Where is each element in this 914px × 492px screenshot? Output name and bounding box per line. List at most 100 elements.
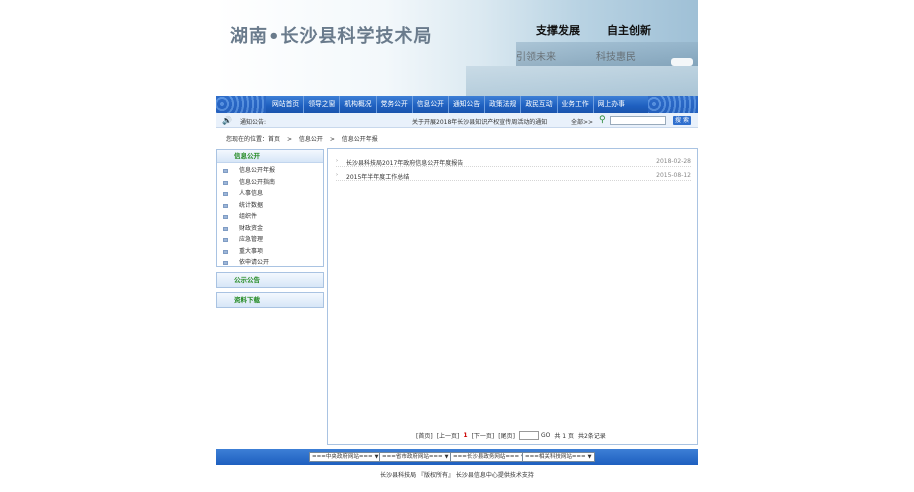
footer-links-bar: ===中央政府网站=== ▼ ===省市政府网站=== ▼ ===长沙县政务网站==… [216, 449, 698, 465]
nav-online-service[interactable]: 网上办事 [594, 96, 629, 113]
search-icon: ⚲ [599, 115, 606, 125]
banner-car-image [671, 58, 693, 66]
notice-all-link[interactable]: 全部>> [571, 117, 593, 126]
pager-go-button[interactable]: GO [541, 432, 550, 439]
banner-sub-2: 科技惠民 [596, 52, 636, 63]
sidebar-item-label: 重大事项 [239, 247, 264, 255]
sidebar-item-emergency[interactable]: 应急管理 [217, 234, 323, 246]
sidebar-item-label: 信息公开指南 [239, 178, 276, 186]
header-banner: 湖南•长沙县科学技术局 支撑发展 自主创新 引领未来 科技惠民 [216, 0, 698, 96]
nav-organization[interactable]: 机构概况 [340, 96, 377, 113]
sidebar-info-title[interactable]: 信息公开 [217, 150, 323, 163]
sidebar-item-label: 统计数据 [239, 201, 264, 209]
sidebar-item-label: 财政资金 [239, 224, 264, 232]
pager-last[interactable]: [尾页] [498, 431, 515, 440]
sidebar-item-annual-report[interactable]: 信息公开年报 [217, 165, 323, 177]
banner-road-image [466, 66, 698, 96]
arrow-right-icon: › [336, 158, 338, 164]
breadcrumb: 您现在的位置：首页 > 信息公开 > 信息公开年报 [226, 134, 383, 143]
sidebar-item-on-request[interactable]: 依申请公开 [217, 257, 323, 269]
site-title: 湖南•长沙县科学技术局 [230, 26, 433, 47]
sidebar-download-box: 资料下载 [216, 292, 324, 308]
sidebar-item-major-matters[interactable]: 重大事项 [217, 246, 323, 258]
pager-jump-input[interactable] [518, 431, 539, 440]
square-bullet-icon [223, 249, 228, 254]
breadcrumb-current[interactable]: 信息公开年报 [342, 136, 378, 143]
sidebar-info-box: 信息公开 信息公开年报 信息公开指南 人事信息 统计数据 组织件 财政资金 应急… [216, 149, 324, 267]
banner-sub-1: 引领未来 [516, 52, 556, 63]
pager-first[interactable]: [首页] [416, 431, 433, 440]
list-item[interactable]: › 2015年半年度工作总结 2015-08-12 [336, 169, 691, 181]
sidebar-download-title[interactable]: 资料下载 [217, 293, 323, 307]
sidebar-notice-box: 公示公告 [216, 272, 324, 288]
speaker-icon: 🔊 [222, 116, 232, 125]
pager-prev[interactable]: [上一页] [437, 431, 460, 440]
nav-notices[interactable]: 通知公告 [449, 96, 486, 113]
sidebar-item-finance[interactable]: 财政资金 [217, 223, 323, 235]
nav-policies[interactable]: 政策法规 [485, 96, 522, 113]
square-bullet-icon [223, 226, 228, 231]
select-central-gov[interactable]: ===中央政府网站=== ▼ [309, 452, 382, 462]
nav-home[interactable]: 网站首页 [268, 96, 305, 113]
nav-leaders[interactable]: 领导之窗 [304, 96, 341, 113]
sidebar-item-label: 依申请公开 [239, 259, 270, 266]
sidebar-item-guide[interactable]: 信息公开指南 [217, 177, 323, 189]
breadcrumb-info-disclosure[interactable]: 信息公开 [299, 136, 323, 143]
select-county-gov[interactable]: ===长沙县政务网站===▼ [450, 452, 529, 462]
content-panel: › 长沙县科技局2017年政府信息公开年度报告 2018-02-28 › 201… [327, 148, 698, 445]
list-item-title[interactable]: 2015年半年度工作总结 [346, 172, 409, 181]
pager-next[interactable]: [下一页] [472, 431, 495, 440]
nav-business[interactable]: 业务工作 [558, 96, 594, 113]
sidebar-item-label: 人事信息 [239, 190, 264, 197]
notice-bar: 🔊 通知公告: 关于开展2018年长沙县知识产权宣传周活动的通知 全部>> ⚲ … [216, 113, 698, 128]
square-bullet-icon [223, 169, 228, 173]
search-button[interactable]: 搜 索 [673, 116, 691, 125]
square-bullet-icon [223, 261, 228, 265]
notice-label: 通知公告: [240, 119, 267, 126]
square-bullet-icon [223, 192, 228, 196]
copyright-text: 长沙县科技局 『版权所有』 长沙县信息中心提供技术支持 [380, 472, 534, 479]
sidebar-item-documents[interactable]: 组织件 [217, 211, 323, 223]
chevron-down-icon: ▼ [444, 454, 449, 460]
select-tech-sites[interactable]: ===相关科技网站=== ▼ [522, 452, 595, 462]
select-label: ===相关科技网站=== [525, 454, 586, 460]
pager-current: 1 [463, 432, 468, 439]
square-bullet-icon [223, 238, 228, 242]
pager-total-records: 共2条记录 [577, 433, 606, 440]
slogan-1: 支撑发展 [536, 24, 580, 37]
slogan-2: 自主创新 [607, 24, 651, 37]
chevron-down-icon: ▼ [587, 454, 592, 460]
select-label: ===长沙县政务网站=== [453, 454, 520, 460]
square-bullet-icon [223, 180, 228, 185]
sidebar-notice-title[interactable]: 公示公告 [217, 273, 323, 287]
chevron-down-icon: ▼ [374, 454, 379, 460]
select-label: ===中央政府网站=== [312, 454, 373, 460]
breadcrumb-separator: > [329, 136, 335, 143]
breadcrumb-home[interactable]: 您现在的位置：首页 [226, 136, 280, 143]
nav-decoration-left [216, 96, 266, 113]
sidebar-item-label: 应急管理 [239, 236, 264, 243]
square-bullet-icon [223, 215, 228, 219]
nav-info-disclosure[interactable]: 信息公开 [413, 96, 449, 113]
main-nav: 网站首页 领导之窗 机构概况 党务公开 信息公开 通知公告 政策法规 政民互动 … [216, 96, 698, 113]
sidebar-item-label: 信息公开年报 [239, 167, 276, 174]
sidebar-item-label: 组织件 [239, 213, 258, 220]
breadcrumb-separator: > [286, 136, 292, 143]
nav-party-affairs[interactable]: 党务公开 [377, 96, 413, 113]
notice-marquee-link[interactable]: 关于开展2018年长沙县知识产权宣传周活动的通知 [412, 117, 547, 126]
sidebar-item-personnel[interactable]: 人事信息 [217, 188, 323, 200]
select-provincial-gov[interactable]: ===省市政府网站=== ▼ [379, 452, 452, 462]
search-input[interactable] [610, 116, 666, 125]
list-item-title[interactable]: 长沙县科技局2017年政府信息公开年度报告 [346, 158, 463, 167]
arrow-right-icon: › [336, 172, 338, 178]
list-item-date: 2018-02-28 [656, 158, 691, 165]
sidebar-item-statistics[interactable]: 统计数据 [217, 200, 323, 212]
list-item-date: 2015-08-12 [656, 172, 691, 179]
select-label: ===省市政府网站=== [382, 454, 443, 460]
pager-total-pages: 共 1 页 [554, 433, 574, 440]
nav-interaction[interactable]: 政民互动 [521, 96, 558, 113]
pagination: [首页] [上一页] 1 [下一页] [尾页] GO 共 1 页 共2条记录 [416, 431, 610, 440]
nav-decoration-right [648, 96, 698, 113]
list-item[interactable]: › 长沙县科技局2017年政府信息公开年度报告 2018-02-28 [336, 155, 691, 167]
square-bullet-icon [223, 203, 228, 208]
